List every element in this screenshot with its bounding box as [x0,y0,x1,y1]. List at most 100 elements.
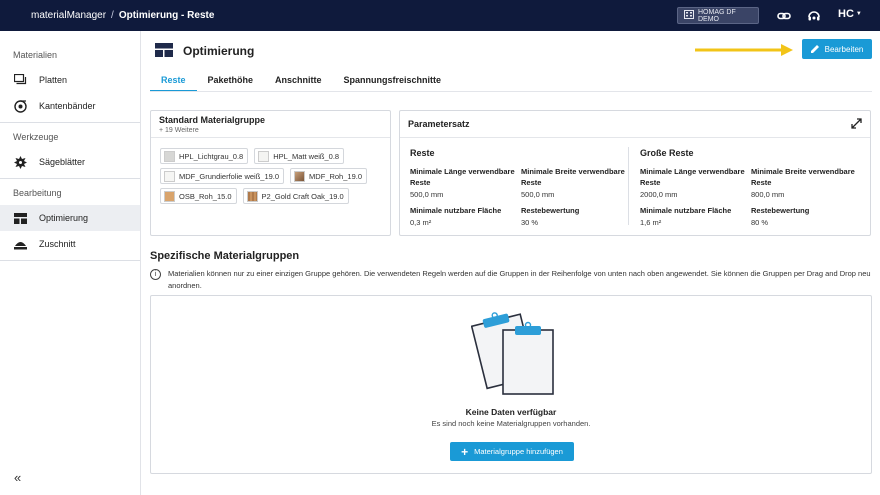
tab-spannungsfreischnitte[interactable]: Spannungsfreischnitte [333,70,453,92]
standard-group-card[interactable]: Standard Materialgruppe + 19 Weitere HPL… [150,110,391,236]
param-value: 80 % [751,218,769,227]
sidebar: Materialien Platten Kantenbänder Werkzeu… [0,31,141,495]
material-chip-label: HPL_Matt weiß_0.8 [273,151,340,161]
empty-state-panel: Keine Daten verfügbar Es sind noch keine… [150,295,872,474]
param-value: 2000,0 mm [640,190,678,199]
empty-state-subtitle: Es sind noch keine Materialgruppen vorha… [431,419,591,428]
sidebar-item-label: Sägeblätter [39,157,86,167]
tab-reste[interactable]: Reste [150,70,197,92]
material-chip-label: MDF_Grundierfolie weiß_19.0 [179,171,280,181]
param-field: Minimale Länge verwendbare Reste 500,0 m… [410,166,520,199]
material-swatch [164,170,175,182]
param-field: Minimale Länge verwendbare Reste 2000,0 … [640,166,750,199]
material-chip: MDF_Roh_19.0 [290,168,367,184]
parameter-set-header: Parametersatz [400,111,870,138]
annotation-arrow-icon [695,44,793,56]
material-swatch [246,190,258,202]
tab-divider [150,91,872,92]
param-label: Minimale Länge verwendbare Reste [640,167,745,187]
material-chip: MDF_Grundierfolie weiß_19.0 [160,168,285,184]
param-value: 800,0 mm [751,190,785,199]
param-value: 500,0 mm [410,190,444,199]
breadcrumb-separator: / [111,10,114,21]
building-icon [684,10,694,21]
sidebar-section-processing: Bearbeitung [13,188,62,198]
sidebar-divider [0,260,140,261]
breadcrumb: materialManager / Optimierung - Reste [31,10,214,21]
cutting-icon [13,237,27,251]
param-field: Minimale Breite verwendbare Reste 800,0 … [751,166,861,199]
main-content: Optimierung Bearbeiten Reste Pakethöhe A… [141,31,880,495]
edgeband-icon [13,99,27,113]
param-value: 0,3 m² [410,218,432,227]
sidebar-item-label: Platten [39,75,68,85]
material-swatch [164,190,175,202]
parameter-group-reste: Reste [410,148,435,158]
clipboard-illustration-icon [471,312,554,395]
param-label: Minimale nutzbare Fläche [410,206,502,215]
sidebar-item-zuschnitt[interactable]: Zuschnitt [0,231,140,257]
material-swatch [164,150,175,162]
tenant-selector[interactable]: HOMAG DF DEMO [677,7,759,24]
sidebar-item-saegeblaetter[interactable]: Sägeblätter [0,149,140,175]
user-initials: HC [838,8,854,20]
material-chip-label: MDF_Roh_19.0 [309,171,362,181]
tab-bar: Reste Pakethöhe Anschnitte Spannungsfrei… [150,70,452,92]
material-chip: OSB_Roh_15.0 [160,188,237,204]
tab-anschnitte[interactable]: Anschnitte [264,70,333,92]
empty-state-title: Keine Daten verfügbar [465,407,557,417]
add-material-group-label: Materialgruppe hinzufügen [474,447,563,456]
sidebar-section-tools: Werkzeuge [13,132,59,142]
material-chip: HPL_Lichtgrau_0.8 [160,148,249,164]
sidebar-divider [0,178,140,179]
pencil-icon [810,44,820,55]
sidebar-item-optimierung[interactable]: Optimierung [0,205,140,231]
sidebar-section-materials: Materialien [13,50,58,60]
tab-pakethoehe[interactable]: Pakethöhe [197,70,265,92]
param-label: Minimale Breite verwendbare Reste [751,167,855,187]
sidebar-item-kantenbaender[interactable]: Kantenbänder [0,93,140,119]
param-field: Restebewertung 80 % [751,205,861,227]
sidebar-item-platten[interactable]: Platten [0,67,140,93]
edit-button[interactable]: Bearbeiten [802,39,872,59]
link-icon[interactable] [776,8,792,24]
breadcrumb-current: Optimierung - Reste [118,10,215,21]
sidebar-item-label: Optimierung [39,213,89,223]
param-label: Minimale Breite verwendbare Reste [521,167,625,187]
param-value: 30 % [521,218,539,227]
param-label: Restebewertung [521,206,580,215]
material-chip: P2_Gold Craft Oak_19.0 [242,188,349,204]
page-title: Optimierung [183,44,255,58]
sawblade-icon [13,155,27,169]
material-swatch [258,150,270,162]
column-divider [628,147,629,225]
panels-icon [13,73,27,87]
optimization-icon [13,211,27,225]
material-chip: HPL_Matt weiß_0.8 [254,148,345,164]
plus-icon: + [461,444,469,459]
param-value: 1,6 m² [640,218,662,227]
edit-button-label: Bearbeiten [824,44,864,54]
parameter-group-heading: Reste [410,148,435,158]
app-name-link[interactable]: materialManager [31,10,106,21]
user-menu[interactable]: HC ▼ [838,8,862,20]
standard-group-more: + 19 Weitere [159,127,199,134]
top-bar: materialManager / Optimierung - Reste HO… [0,0,880,31]
material-chip-list: HPL_Lichtgrau_0.8 HPL_Matt weiß_0.8 MDF_… [151,138,381,204]
page-header: Optimierung [155,43,254,59]
sidebar-item-label: Kantenbänder [39,101,96,111]
parameter-group-heading: Große Reste [640,148,694,158]
expand-icon[interactable] [851,117,862,131]
parameter-group-grosse-reste: Große Reste [640,148,694,158]
parameter-set-title: Parametersatz [408,119,470,129]
sidebar-divider [0,122,140,123]
param-field: Restebewertung 30 % [521,205,631,227]
collapse-sidebar-button[interactable]: « [14,470,21,485]
section-title: Spezifische Materialgruppen [150,250,300,262]
info-note: i Materialien können nur zu einer einzig… [150,268,874,292]
add-material-group-button[interactable]: + Materialgruppe hinzufügen [450,442,574,461]
material-chip-label: OSB_Roh_15.0 [179,191,232,201]
support-headset-icon[interactable] [806,8,822,24]
param-field: Minimale nutzbare Fläche 0,3 m² [410,205,520,227]
material-chip-label: HPL_Lichtgrau_0.8 [179,151,244,161]
